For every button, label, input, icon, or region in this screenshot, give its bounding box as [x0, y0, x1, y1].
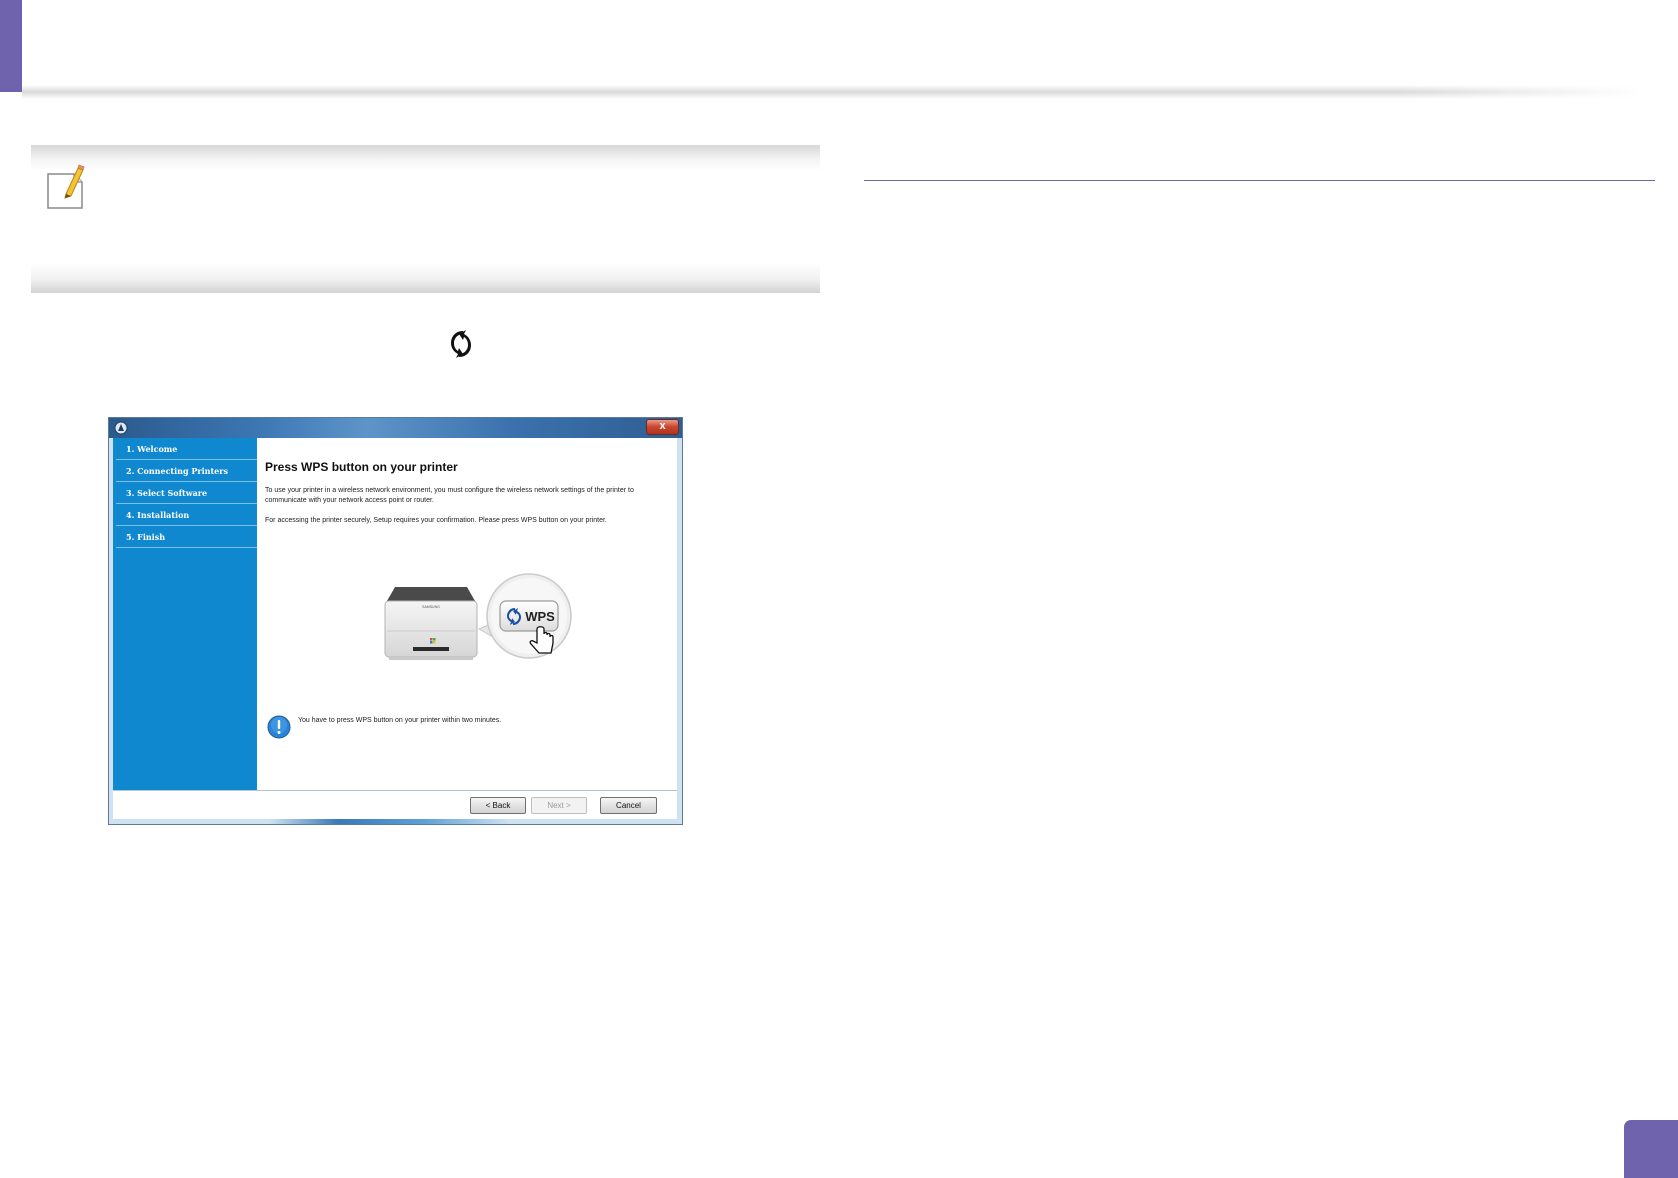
- section-divider: [864, 180, 1655, 181]
- app-icon: [113, 420, 129, 436]
- back-button[interactable]: < Back: [470, 797, 526, 814]
- cancel-button[interactable]: Cancel: [600, 797, 657, 814]
- dialog-footer: < Back Next > Cancel: [113, 790, 677, 819]
- confirmation-paragraph: For accessing the printer securely, Setu…: [265, 517, 607, 524]
- note-icon: [44, 164, 90, 214]
- dialog-bottom-border: [109, 819, 682, 824]
- wps-icon: [446, 328, 476, 360]
- printer-brand: SAMSUNG: [422, 605, 440, 609]
- steps-sidebar: 1. Welcome 2. Connecting Printers 3. Sel…: [113, 438, 257, 790]
- next-button[interactable]: Next >: [531, 797, 587, 814]
- step-connecting-printers: 2. Connecting Printers: [116, 460, 257, 482]
- step-installation: 4. Installation: [116, 504, 257, 526]
- time-limit-warning: You have to press WPS button on your pri…: [298, 717, 502, 724]
- step-welcome: 1. Welcome: [116, 438, 257, 460]
- printer-wps-illustration: SAMSUNG WPS: [375, 571, 575, 671]
- intro-paragraph: To use your printer in a wireless networ…: [265, 487, 634, 504]
- corner-tab: [0, 0, 22, 92]
- page-number-badge: [1624, 1120, 1678, 1178]
- close-button[interactable]: x: [646, 419, 679, 435]
- dialog-content: Press WPS button on your printer To use …: [257, 438, 677, 790]
- step-finish: 5. Finish: [116, 526, 257, 548]
- dialog-heading: Press WPS button on your printer: [265, 460, 458, 474]
- wps-button-label: WPS: [525, 609, 555, 624]
- installer-dialog: x 1. Welcome 2. Connecting Printers 3. S…: [108, 417, 683, 825]
- header-divider: [22, 85, 1642, 99]
- note-panel: [31, 145, 820, 293]
- dialog-titlebar[interactable]: x: [109, 418, 682, 438]
- step-select-software: 3. Select Software: [116, 482, 257, 504]
- info-icon: [267, 715, 291, 739]
- dialog-client-area: 1. Welcome 2. Connecting Printers 3. Sel…: [113, 438, 677, 819]
